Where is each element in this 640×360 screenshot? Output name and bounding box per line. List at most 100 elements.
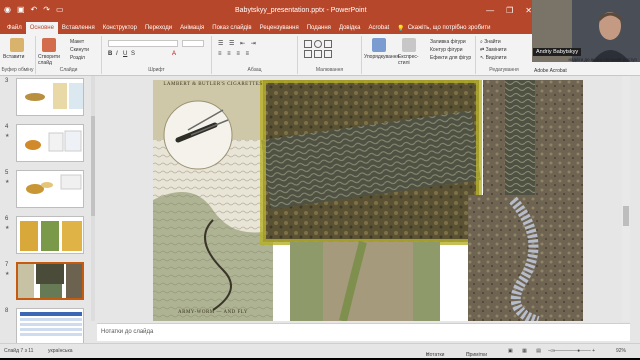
tab-transitions[interactable]: Переходи	[141, 22, 176, 34]
zoom-level[interactable]: 92%	[616, 348, 626, 354]
notes-button-label: Нотатки	[426, 352, 445, 358]
section-button[interactable]: Розділ	[70, 55, 85, 61]
card-header-text: LAMBERT & BUTLER'S CIGARETTES	[163, 82, 263, 87]
animation-star-icon: ★	[5, 133, 10, 139]
thumbnail-slide[interactable]	[16, 124, 84, 162]
font-color-icon[interactable]: A	[172, 51, 176, 57]
save-icon[interactable]: ▣	[17, 6, 25, 14]
underline-icon[interactable]: U	[123, 51, 127, 57]
align-icon[interactable]: ≡ ≡ ≡ ≡	[218, 51, 251, 57]
arrange-button[interactable]: Упорядкування	[364, 54, 399, 60]
animation-star-icon: ★	[5, 225, 10, 231]
tab-file[interactable]: Файл	[3, 22, 26, 34]
thumbnail-item[interactable]: 5 ★	[2, 170, 90, 214]
bold-icon[interactable]: B	[108, 51, 112, 57]
shape-icon[interactable]	[304, 50, 312, 58]
restore-button[interactable]: ❐	[506, 6, 513, 15]
thumbnail-slide[interactable]	[16, 170, 84, 208]
layout-button[interactable]: Макет	[70, 39, 84, 45]
strikethrough-icon[interactable]: S	[131, 51, 135, 57]
tab-insert[interactable]: Вставлення	[58, 22, 99, 34]
oval-shape-icon[interactable]	[314, 40, 322, 48]
group-font: B I U S A Шрифт	[102, 36, 212, 74]
table-thumb-image	[17, 309, 83, 345]
current-slide[interactable]: LAMBERT & BUTLER'S CIGARETTES ARMY-WORM …	[153, 80, 583, 321]
font-size-field[interactable]	[182, 40, 204, 47]
tab-design[interactable]: Конструктор	[99, 22, 141, 34]
new-slide-icon[interactable]	[42, 38, 56, 52]
share-panel-text: надати до нього спільний доступ	[568, 57, 637, 62]
select-button[interactable]: ↖ Виділити	[480, 55, 507, 61]
drawing-label: Малювання	[315, 67, 344, 73]
minimize-button[interactable]: —	[486, 6, 494, 15]
shape-effects-button[interactable]: Ефекти для фігур	[430, 55, 471, 61]
font-name-field[interactable]	[108, 40, 178, 47]
slide-vertical-scrollbar[interactable]	[622, 76, 630, 321]
shape-icon[interactable]	[314, 50, 322, 58]
shape-icon[interactable]	[324, 50, 332, 58]
tab-acrobat[interactable]: Acrobat	[365, 22, 394, 34]
arrange-icon[interactable]	[372, 38, 386, 52]
reset-button[interactable]: Скинути	[70, 47, 89, 53]
insect-thumb-image	[17, 125, 83, 161]
thumbnail-number: 3	[5, 78, 9, 84]
group-arrange: Упорядкування Експрес-стилі Заливка фігу…	[362, 36, 476, 74]
thumbnail-item[interactable]: 3	[2, 78, 90, 122]
thumbnails-scroll-thumb[interactable]	[91, 116, 95, 216]
thumbnail-slide-selected[interactable]	[16, 262, 84, 300]
language-indicator[interactable]: українська	[48, 348, 73, 354]
larvae-thumb-image	[17, 217, 83, 253]
thumbnail-slide[interactable]	[16, 216, 84, 254]
editing-label: Редагування	[489, 67, 519, 73]
find-label: Знайти	[484, 39, 501, 45]
replace-button[interactable]: ⇄ Замінити	[480, 47, 507, 53]
paste-icon[interactable]	[10, 38, 24, 52]
slide-scroll-thumb[interactable]	[623, 206, 629, 226]
shape-fill-button[interactable]: Заливка фігури	[430, 39, 466, 45]
tab-slideshow[interactable]: Показ слайдів	[208, 22, 255, 34]
insect-thumb-image	[17, 171, 83, 207]
tab-animations[interactable]: Анімація	[176, 22, 208, 34]
tell-me-text: Скажіть, що потрібно зробити	[407, 25, 491, 31]
bullets-icon[interactable]: ☰ ☰ ⇤ ⇥	[218, 40, 258, 47]
find-button[interactable]: ⌕ Знайти	[480, 39, 501, 45]
quick-styles-button[interactable]: Експрес-стилі	[398, 54, 428, 66]
undo-icon[interactable]: ↶	[31, 6, 38, 14]
paste-button[interactable]: Вставити	[3, 54, 24, 60]
tab-view[interactable]: Подання	[303, 22, 335, 34]
thumbnail-number: 4	[5, 124, 9, 130]
new-slide-button[interactable]: Створити слайд	[38, 54, 66, 66]
quick-styles-icon[interactable]	[402, 38, 416, 52]
rectangle-shape-icon[interactable]	[304, 40, 312, 48]
redo-icon[interactable]: ↷	[43, 6, 50, 14]
shape-icon[interactable]	[324, 40, 332, 48]
thumbnails-scrollbar[interactable]	[91, 76, 95, 321]
thumbnail-item[interactable]: 4 ★	[2, 124, 90, 168]
font-label: Шрифт	[148, 67, 165, 73]
thumbnail-item[interactable]: 6 ★	[2, 216, 90, 260]
animation-star-icon: ★	[5, 179, 10, 185]
present-icon[interactable]: ▭	[56, 6, 64, 14]
tab-review[interactable]: Рецензування	[256, 22, 303, 34]
window-controls: — ❐ ✕	[486, 6, 532, 15]
slide-thumbnails-pane: 3 4 ★ 5 ★ 6 ★ 7 ★ 8	[0, 76, 92, 346]
thumbnail-number: 5	[5, 170, 9, 176]
tab-home[interactable]: Основне	[25, 22, 58, 34]
slides-label: Слайди	[59, 67, 78, 73]
thumbnail-number: 7	[5, 262, 9, 268]
zoom-slider[interactable]: − ───────●─── +	[548, 348, 595, 354]
tell-me-box[interactable]: 💡 Скажіть, що потрібно зробити	[393, 25, 490, 32]
paragraph-label: Абзац	[247, 67, 262, 73]
close-button[interactable]: ✕	[525, 6, 532, 15]
comments-button-label: Примітки	[466, 352, 487, 358]
tab-help[interactable]: Довідка	[335, 22, 365, 34]
thumbnail-item[interactable]: 7 ★	[2, 262, 90, 306]
group-clipboard: Вставити Буфер обміну	[0, 36, 36, 74]
cigarette-card-image	[153, 80, 273, 321]
thumbnail-slide[interactable]	[16, 308, 84, 346]
notes-pane[interactable]: Нотатки до слайда	[97, 323, 630, 341]
thumbnail-slide[interactable]	[16, 78, 84, 116]
italic-icon[interactable]: I	[116, 51, 118, 57]
autosave-icon[interactable]: ◉	[4, 6, 11, 14]
shape-outline-button[interactable]: Контур фігури	[430, 47, 462, 53]
